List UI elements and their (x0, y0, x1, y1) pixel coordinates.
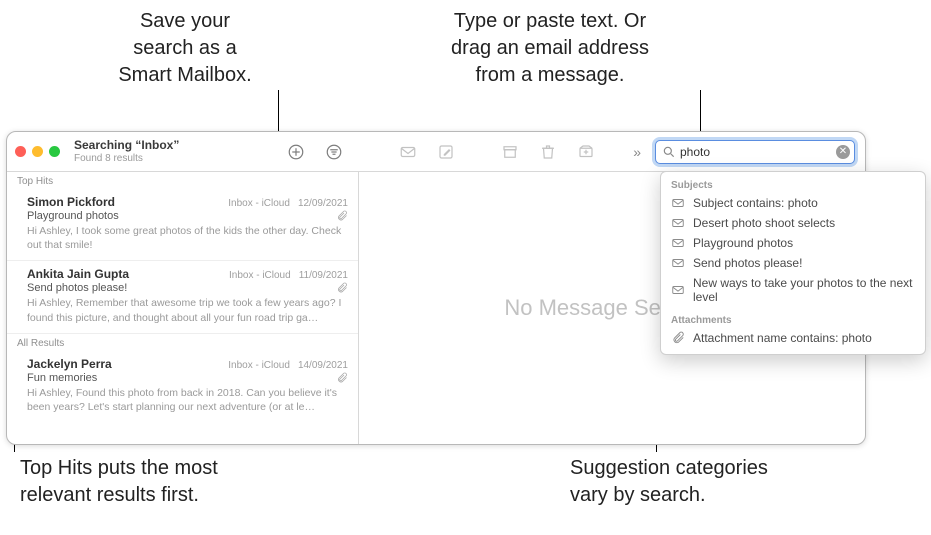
window-title-block: Searching “Inbox” Found 8 results (74, 139, 194, 163)
attachment-icon (336, 210, 348, 222)
message-date: 12/09/2021 (298, 198, 348, 209)
message-row[interactable]: Ankita Jain Gupta Inbox - iCloud 11/09/2… (7, 261, 358, 333)
callout-top-hits: Top Hits puts the mostrelevant results f… (20, 455, 290, 509)
close-button[interactable] (15, 146, 26, 157)
message-row[interactable]: Jackelyn Perra Inbox - iCloud 14/09/2021… (7, 351, 358, 422)
suggestion-text: Playground photos (693, 236, 793, 250)
window-subtitle: Found 8 results (74, 153, 194, 164)
archive-button[interactable] (498, 140, 522, 164)
suggestion-item[interactable]: Attachment name contains: photo (661, 328, 925, 348)
suggestion-text: New ways to take your photos to the next… (693, 276, 915, 304)
suggestion-item[interactable]: Playground photos (661, 233, 925, 253)
message-from: Jackelyn Perra (27, 357, 228, 371)
message-row[interactable]: Simon Pickford Inbox - iCloud 12/09/2021… (7, 189, 358, 261)
suggestion-text: Send photos please! (693, 256, 802, 270)
suggestion-text: Subject contains: photo (693, 196, 818, 210)
section-all-results: All Results (7, 334, 358, 351)
minimize-button[interactable] (32, 146, 43, 157)
attachment-icon (336, 282, 348, 294)
message-source: Inbox - iCloud (228, 360, 290, 371)
titlebar: Searching “Inbox” Found 8 results (7, 132, 865, 172)
envelope-icon (671, 236, 685, 250)
window-title: Searching “Inbox” (74, 139, 194, 152)
envelope-icon (671, 216, 685, 230)
callout-save-smart-mailbox: Save yoursearch as aSmart Mailbox. (95, 8, 275, 89)
message-preview: Hi Ashley, I took some great photos of t… (27, 224, 348, 252)
message-source: Inbox - iCloud (229, 270, 291, 281)
message-preview: Hi Ashley, Remember that awesome trip we… (27, 296, 348, 324)
attachment-icon (671, 331, 685, 345)
filter-button[interactable] (322, 140, 346, 164)
message-from: Simon Pickford (27, 195, 228, 209)
overflow-menu[interactable]: » (629, 144, 645, 160)
suggestion-section-attachments: Attachments (661, 311, 925, 328)
search-field[interactable]: ✕ (655, 140, 855, 164)
search-icon (662, 145, 676, 159)
message-list: Top Hits Simon Pickford Inbox - iCloud 1… (7, 172, 359, 444)
search-input[interactable] (680, 145, 836, 159)
suggestion-section-subjects: Subjects (661, 176, 925, 193)
compose-button[interactable] (434, 140, 458, 164)
message-subject: Playground photos (27, 210, 336, 222)
suggestion-item[interactable]: Desert photo shoot selects (661, 213, 925, 233)
suggestion-item[interactable]: New ways to take your photos to the next… (661, 273, 925, 307)
trash-button[interactable] (536, 140, 560, 164)
attachment-icon (336, 372, 348, 384)
envelope-icon (671, 196, 685, 210)
envelope-icon[interactable] (396, 140, 420, 164)
suggestion-item[interactable]: Send photos please! (661, 253, 925, 273)
message-source: Inbox - iCloud (228, 198, 290, 209)
section-top-hits: Top Hits (7, 172, 358, 189)
message-subject: Fun memories (27, 372, 336, 384)
envelope-icon (671, 256, 685, 270)
message-subject: Send photos please! (27, 282, 336, 294)
message-preview: Hi Ashley, Found this photo from back in… (27, 386, 348, 414)
suggestion-text: Desert photo shoot selects (693, 216, 835, 230)
message-date: 11/09/2021 (299, 270, 348, 281)
callout-suggestion-categories: Suggestion categoriesvary by search. (570, 455, 850, 509)
envelope-icon (671, 283, 685, 297)
junk-button[interactable] (574, 140, 598, 164)
callout-search-input: Type or paste text. Ordrag an email addr… (400, 8, 700, 89)
clear-search-button[interactable]: ✕ (836, 145, 850, 159)
save-smart-mailbox-button[interactable] (284, 140, 308, 164)
suggestion-item[interactable]: Subject contains: photo (661, 193, 925, 213)
message-from: Ankita Jain Gupta (27, 267, 229, 281)
window-controls (15, 146, 60, 157)
suggestion-text: Attachment name contains: photo (693, 331, 872, 345)
fullscreen-button[interactable] (49, 146, 60, 157)
message-date: 14/09/2021 (298, 360, 348, 371)
search-suggestions-popover: Subjects Subject contains: photo Desert … (660, 171, 926, 355)
